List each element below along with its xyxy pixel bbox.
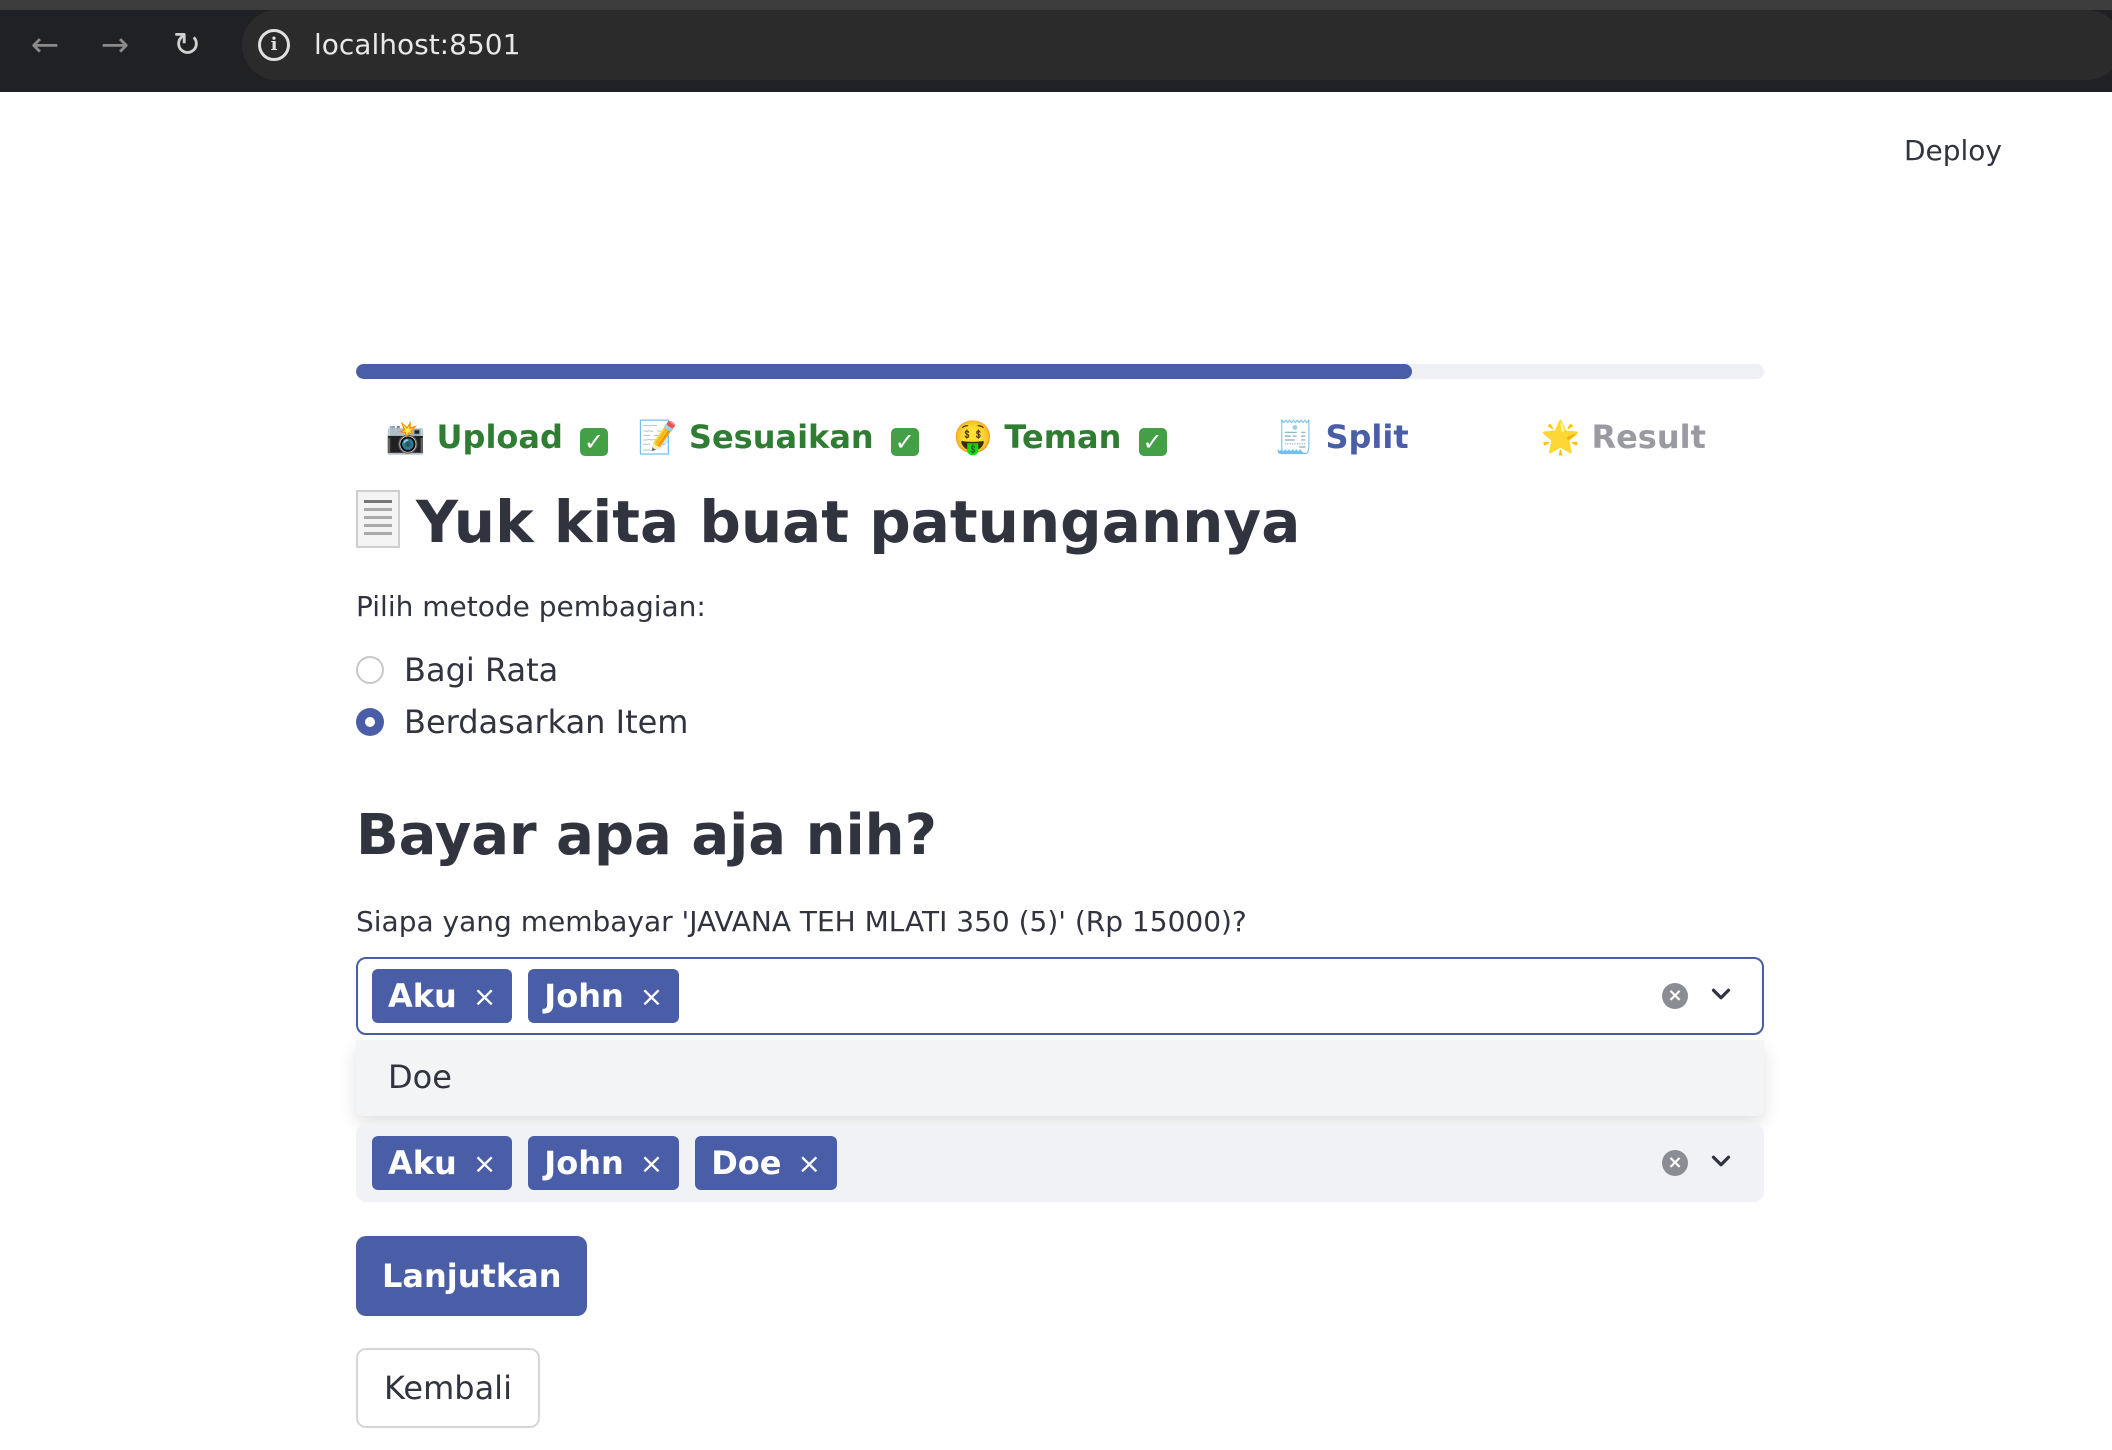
receipt-icon: 🧾 bbox=[1274, 418, 1315, 456]
item-question-label: Siapa yang membayar 'JAVANA TEH MLATI 35… bbox=[356, 905, 1247, 938]
selected-tags: Aku × John × bbox=[372, 969, 680, 1023]
tag-john[interactable]: John × bbox=[528, 1136, 680, 1190]
star-icon: 🌟 bbox=[1540, 418, 1581, 456]
tag-label: Doe bbox=[711, 1144, 782, 1182]
chevron-down-icon[interactable] bbox=[1706, 1146, 1736, 1176]
remove-tag-icon[interactable]: × bbox=[797, 1147, 820, 1180]
clear-all-icon[interactable]: × bbox=[1662, 1150, 1688, 1176]
url-text[interactable]: localhost:8501 bbox=[314, 28, 520, 62]
chevron-down-icon[interactable] bbox=[1706, 979, 1736, 1009]
site-info-icon[interactable]: i bbox=[258, 29, 290, 61]
memo-icon: 📝 bbox=[637, 418, 678, 456]
checkmark-icon: ✓ bbox=[580, 428, 609, 456]
tag-label: Aku bbox=[388, 1144, 457, 1182]
payer-multiselect-2[interactable]: Aku × John × Doe × × bbox=[356, 1124, 1764, 1202]
browser-toolbar: ← → ↻ i localhost:8501 bbox=[0, 0, 2112, 92]
step-sesuaikan: 📝 Sesuaikan ✓ bbox=[638, 412, 920, 462]
step-result: 🌟 Result bbox=[1482, 412, 1764, 462]
money-face-icon: 🤑 bbox=[953, 418, 994, 456]
next-button[interactable]: Lanjutkan bbox=[356, 1236, 588, 1316]
back-button[interactable]: Kembali bbox=[356, 1348, 540, 1428]
radio-label[interactable]: Berdasarkan Item bbox=[404, 703, 688, 741]
radio-button[interactable] bbox=[356, 656, 384, 684]
checkmark-icon: ✓ bbox=[890, 428, 919, 456]
step-label: Split bbox=[1325, 418, 1409, 456]
step-upload: 📸 Upload ✓ bbox=[356, 412, 638, 462]
step-teman: 🤑 Teman ✓ bbox=[919, 412, 1201, 462]
browser-top-edge bbox=[0, 0, 2112, 10]
radio-option-bagi-rata[interactable]: Bagi Rata bbox=[356, 650, 558, 690]
address-bar[interactable]: i localhost:8501 bbox=[242, 10, 2112, 80]
back-arrow-icon[interactable]: ← bbox=[24, 24, 66, 66]
step-label: Teman bbox=[1004, 418, 1122, 456]
page-title: Yuk kita buat patungannya bbox=[356, 482, 1300, 562]
section-heading: Bayar apa aja nih? bbox=[356, 803, 937, 868]
step-label: Upload bbox=[436, 418, 563, 456]
dropdown-option-doe[interactable]: Doe bbox=[388, 1058, 452, 1096]
step-split: 🧾 Split bbox=[1201, 412, 1483, 462]
step-label: Sesuaikan bbox=[688, 418, 874, 456]
step-indicator: 📸 Upload ✓ 📝 Sesuaikan ✓ 🤑 Teman ✓ 🧾 Spl… bbox=[356, 412, 1764, 462]
selected-tags: Aku × John × Doe × bbox=[372, 1136, 837, 1190]
remove-tag-icon[interactable]: × bbox=[473, 980, 496, 1013]
tag-label: John bbox=[544, 977, 624, 1015]
tag-doe[interactable]: Doe × bbox=[695, 1136, 837, 1190]
reload-icon[interactable]: ↻ bbox=[166, 24, 208, 66]
radio-label[interactable]: Bagi Rata bbox=[404, 651, 558, 689]
deploy-button[interactable]: Deploy bbox=[1904, 134, 2002, 167]
tag-aku[interactable]: Aku × bbox=[372, 1136, 513, 1190]
clear-all-icon[interactable]: × bbox=[1662, 983, 1688, 1009]
tag-aku[interactable]: Aku × bbox=[372, 969, 513, 1023]
dropdown-menu: Doe bbox=[356, 1040, 1764, 1116]
page-title-text: Yuk kita buat patungannya bbox=[416, 488, 1301, 556]
radio-button-selected[interactable] bbox=[356, 708, 384, 736]
tag-john[interactable]: John × bbox=[528, 969, 680, 1023]
remove-tag-icon[interactable]: × bbox=[473, 1147, 496, 1180]
remove-tag-icon[interactable]: × bbox=[640, 980, 663, 1013]
step-label: Result bbox=[1591, 418, 1706, 456]
payer-multiselect[interactable]: Aku × John × × bbox=[356, 957, 1764, 1035]
tag-label: John bbox=[544, 1144, 624, 1182]
tag-label: Aku bbox=[388, 977, 457, 1015]
checkmark-icon: ✓ bbox=[1138, 428, 1167, 456]
progress-bar bbox=[356, 364, 1764, 379]
camera-icon: 📸 bbox=[385, 418, 426, 456]
progress-bar-fill bbox=[356, 364, 1412, 379]
method-label: Pilih metode pembagian: bbox=[356, 590, 706, 623]
remove-tag-icon[interactable]: × bbox=[640, 1147, 663, 1180]
forward-arrow-icon[interactable]: → bbox=[94, 24, 136, 66]
receipt-icon bbox=[356, 490, 400, 548]
radio-option-berdasarkan-item[interactable]: Berdasarkan Item bbox=[356, 702, 688, 742]
